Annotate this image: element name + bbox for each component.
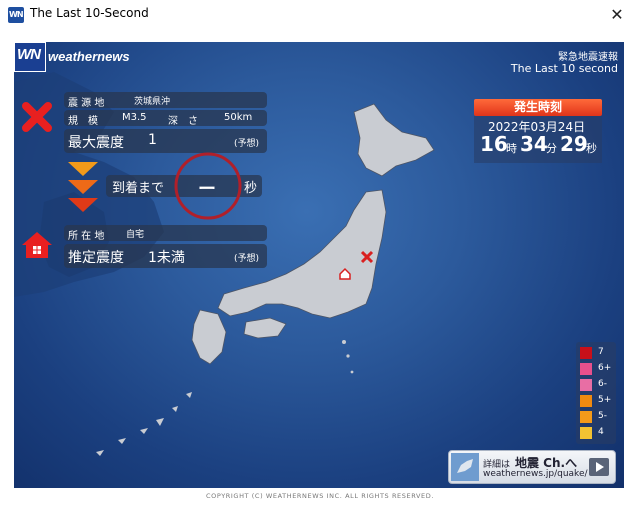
window-title: The Last 10-Second bbox=[30, 6, 149, 20]
occurrence-minute: 34 bbox=[520, 132, 548, 156]
max-intensity-note: (予想) bbox=[234, 139, 260, 149]
quake-channel-link[interactable]: 詳細は 地震 Ch.へ weathernews.jp/quake/ bbox=[448, 450, 616, 484]
estimated-intensity-row: 推定震度 1未満 (予想) bbox=[64, 244, 267, 268]
occurrence-time-panel: 発生時刻 2022年03月24日 16 時 34 分 29 秒 bbox=[474, 99, 602, 163]
legend-item: 7 bbox=[580, 346, 616, 361]
scale-row: 規 模 M3.5 深 さ 50km bbox=[64, 110, 267, 127]
hokkaido bbox=[353, 103, 435, 177]
legend-label: 7 bbox=[598, 347, 604, 357]
max-intensity-value: 1 bbox=[148, 132, 157, 148]
legend-swatch bbox=[580, 379, 592, 391]
epicenter-row: 震 源 地 茨城県沖 bbox=[64, 92, 267, 109]
occurrence-body: 2022年03月24日 16 時 34 分 29 秒 bbox=[474, 116, 602, 163]
arrival-label: 到着まで bbox=[112, 181, 165, 196]
izu-island bbox=[350, 370, 354, 374]
earthquake-display: WN weathernews 緊急地震速報 The Last 10 second… bbox=[14, 42, 624, 488]
estimated-intensity-note: (予想) bbox=[234, 254, 260, 264]
legend-label: 4 bbox=[598, 427, 604, 437]
scale-label: 規 模 bbox=[68, 116, 98, 127]
logo-name: weathernews bbox=[48, 49, 130, 64]
location-row: 所 在 地 自宅 bbox=[64, 225, 267, 242]
max-intensity-label: 最大震度 bbox=[68, 135, 124, 151]
legend-item: 6- bbox=[580, 378, 616, 393]
izu-island bbox=[342, 340, 346, 344]
legend-label: 5+ bbox=[598, 395, 612, 405]
epicenter-label: 震 源 地 bbox=[68, 98, 105, 109]
alert-x-icon bbox=[22, 102, 52, 132]
ryukyu-islands bbox=[96, 392, 192, 456]
legend-label: 5- bbox=[598, 411, 607, 421]
header-app-name: The Last 10 second bbox=[510, 62, 618, 75]
occurrence-second: 29 bbox=[560, 132, 588, 156]
intensity-legend: 7 6+ 6- 5+ 5- 4 bbox=[576, 342, 616, 444]
legend-item: 5- bbox=[580, 410, 616, 425]
logo-mark: WN bbox=[14, 42, 46, 72]
arrival-unit: 秒 bbox=[244, 181, 258, 196]
location-place: 自宅 bbox=[126, 230, 145, 240]
legend-label: 6- bbox=[598, 379, 607, 389]
legend-swatch bbox=[580, 363, 592, 375]
izu-island bbox=[346, 354, 350, 358]
play-icon bbox=[589, 458, 609, 476]
occurrence-second-unit: 秒 bbox=[586, 142, 597, 155]
occurrence-title: 発生時刻 bbox=[474, 99, 602, 116]
legend-label: 6+ bbox=[598, 363, 612, 373]
kyushu bbox=[191, 309, 227, 365]
close-button[interactable]: ✕ bbox=[594, 0, 640, 30]
home-icon bbox=[22, 232, 52, 258]
legend-item: 4 bbox=[580, 426, 616, 441]
legend-swatch bbox=[580, 347, 592, 359]
arrival-arrows-icon bbox=[68, 162, 98, 212]
occurrence-hour-unit: 時 bbox=[506, 142, 517, 155]
depth-label: 深 さ bbox=[168, 116, 198, 127]
epicenter-value: 茨城県沖 bbox=[134, 97, 171, 107]
depth-value: 50km bbox=[224, 112, 253, 123]
arrival-seconds-value: ー bbox=[198, 179, 216, 200]
legend-swatch bbox=[580, 395, 592, 407]
copyright-footer: COPYRIGHT (C) WEATHERNEWS INC. ALL RIGHT… bbox=[206, 492, 434, 500]
occurrence-hour: 16 bbox=[480, 132, 508, 156]
header-emergency: 緊急地震速報 bbox=[558, 52, 618, 63]
estimated-intensity-label: 推定震度 bbox=[68, 250, 124, 266]
info-url: weathernews.jp/quake/ bbox=[483, 469, 588, 479]
legend-item: 5+ bbox=[580, 394, 616, 409]
max-intensity-row: 最大震度 1 (予想) bbox=[64, 129, 267, 153]
window-titlebar: WN The Last 10-Second ✕ bbox=[0, 0, 640, 30]
legend-swatch bbox=[580, 411, 592, 423]
location-label: 所 在 地 bbox=[68, 231, 105, 242]
occurrence-minute-unit: 分 bbox=[546, 142, 557, 155]
legend-swatch bbox=[580, 427, 592, 439]
estimated-intensity-value: 1未満 bbox=[148, 250, 185, 266]
map-thumbnail-icon bbox=[451, 453, 479, 481]
legend-item: 6+ bbox=[580, 362, 616, 377]
app-icon: WN bbox=[8, 7, 24, 23]
shikoku bbox=[243, 317, 287, 339]
magnitude-value: M3.5 bbox=[122, 112, 147, 123]
